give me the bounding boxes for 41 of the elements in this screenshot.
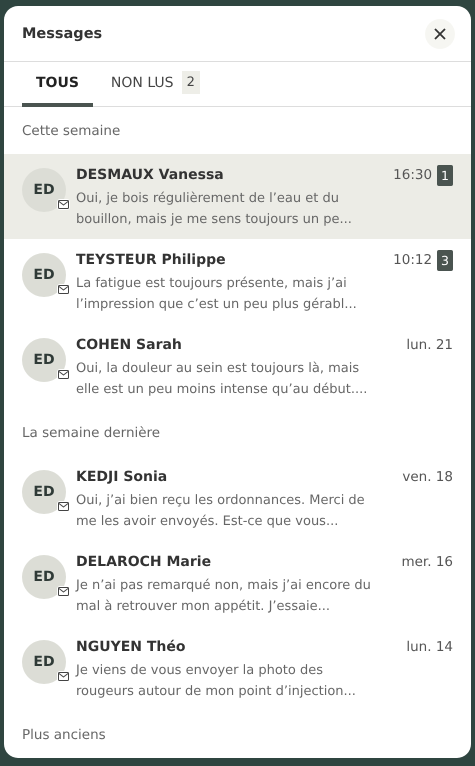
message-preview: Je viens de vous envoyer la photo des rougeurs autour de mon point d’injection... [76,662,357,701]
message-preview: La fatigue est toujours présente, mais j’ai l’impression que c’est un peu plus gérabl... [76,275,358,314]
message-item[interactable]: ED COHEN Sarah lun. 21 Oui, la douleur au sein est toujours là, mais elle est un peu moins intense qu’au début.... [4,324,471,409]
mail-icon [57,369,70,380]
mail-icon [57,671,70,682]
section-label: Plus anciens [21,726,107,745]
message-item[interactable]: ED NGUYEN Théo lun. 14 Je viens de vous envoyer la photo des rougeurs autour de mon point d’injection... [4,626,471,711]
sender-name: DELAROCH Marie [76,554,212,570]
mail-icon [57,284,70,295]
sender-name: KEDJI Sonia [76,469,168,485]
sender-name: TEYSTEUR Philippe [76,252,226,268]
message-item[interactable]: ED TEYSTEUR Philippe 10:12 3 La fatigue est toujours présente, mais j’ai l’impression que c’est un peu plus gérabl... [4,239,471,324]
message-time: 16:30 [393,167,432,183]
unread-badge: 1 [437,164,453,186]
message-time: lun. 14 [406,639,453,655]
message-preview: Oui, la douleur au sein est toujours là, mais elle est un peu moins intense qu’au début.... [76,360,368,399]
section-label: Cette semaine [21,122,122,141]
sender-name: COHEN Sarah [76,337,182,353]
message-time: lun. 21 [406,337,453,353]
sender-name: NGUYEN Théo [76,639,186,655]
mail-icon [57,586,70,597]
section-label: La semaine dernière [21,424,162,443]
message-preview: Oui, je bois régulièrement de l’eau et du bouillon, mais je me sens toujours un pe... [76,190,353,229]
message-item[interactable]: ED DESMAUX Vanessa 16:30 1 Oui, je bois régulièrement de l’eau et du bouillon, mais je me sens toujours un pe... [4,154,471,239]
tab[interactable]: NON LUS 2 [96,62,214,107]
mail-icon [57,501,70,512]
message-item[interactable]: ED KEDJI Sonia ven. 18 Oui, j’ai bien reçu les ordonnances. Merci de me les avoir envoyés. Est-ce que vous... [4,456,471,541]
close-icon [434,28,446,40]
message-time: ven. 18 [402,469,453,485]
mail-icon [57,199,70,210]
message-preview: Oui, j’ai bien reçu les ordonnances. Merci de me les avoir envoyés. Est-ce que vous... [76,492,366,531]
panel-title: Messages [22,26,102,42]
tab[interactable]: TOUS [22,62,93,107]
unread-badge: 3 [437,250,453,270]
sender-name: DESMAUX Vanessa [76,167,224,183]
message-preview: Je n’ai pas remarqué non, mais j’ai encore du mal à retrouver mon appétit. J’essaie... [76,577,372,616]
message-time: mer. 16 [401,554,453,570]
close-button[interactable] [425,18,455,48]
message-time: 10:12 [393,252,432,268]
message-item[interactable]: ED DELAROCH Marie mer. 16 Je n’ai pas remarqué non, mais j’ai encore du mal à retrouver mon appétit. J’essaie... [4,541,471,626]
count-badge: 2 [182,71,200,94]
